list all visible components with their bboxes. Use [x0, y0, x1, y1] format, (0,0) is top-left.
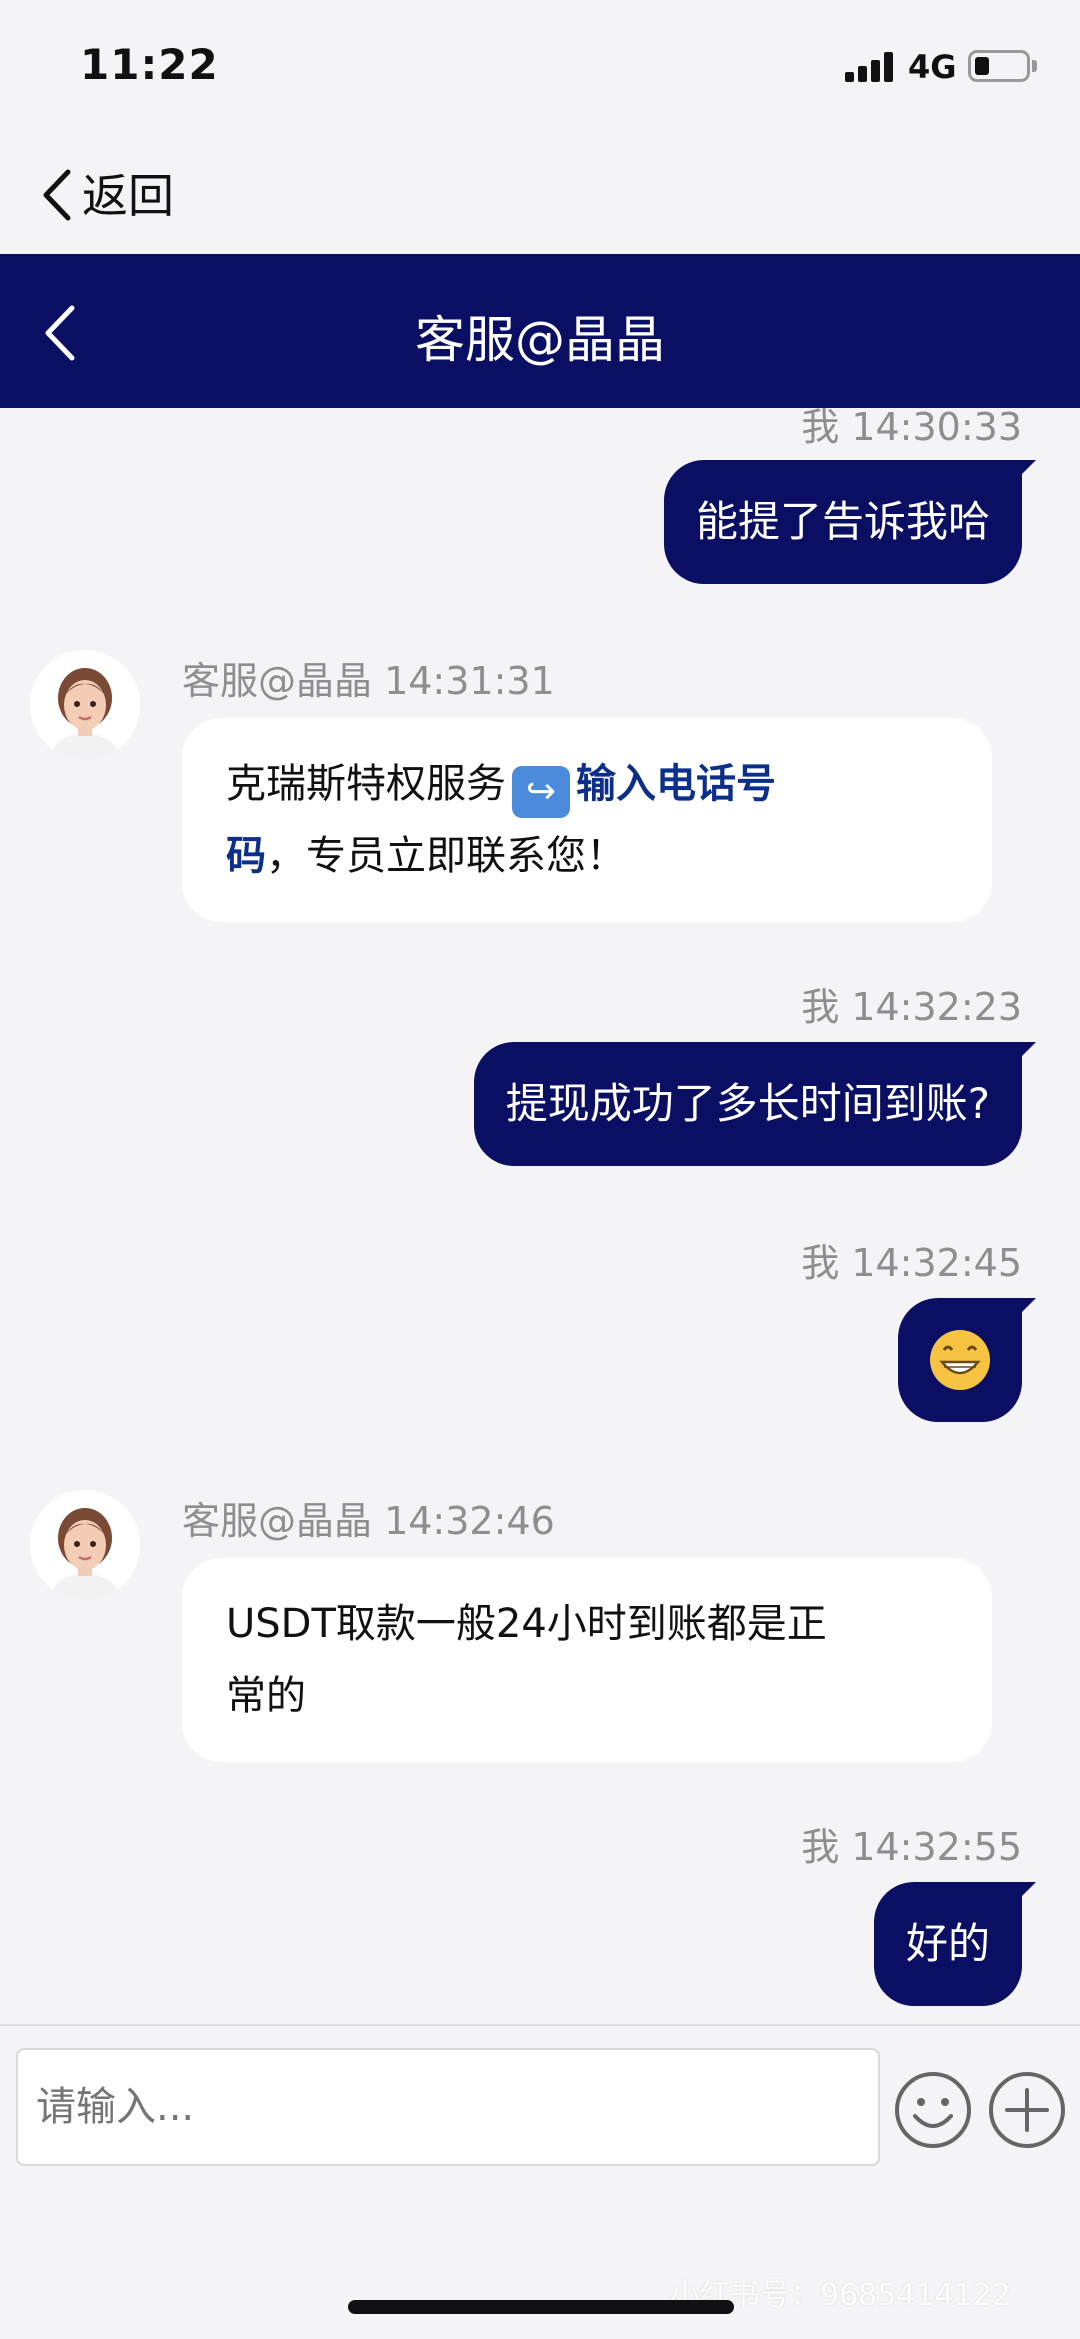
battery-tip: [1032, 60, 1037, 72]
chevron-left-icon[interactable]: [38, 168, 82, 222]
avatar-portrait-icon: [30, 650, 140, 760]
agent-avatar[interactable]: [30, 650, 140, 760]
outgoing-message[interactable]: 能提了告诉我哈: [663, 460, 1036, 584]
incoming-message[interactable]: 克瑞斯特权服务 ↪ 输入电话号 码，专员立即联系您！: [182, 718, 992, 922]
message-input[interactable]: [16, 2048, 880, 2166]
network-type: 4G: [908, 48, 957, 86]
message-meta: 我 14:30:33: [801, 408, 1022, 449]
message-text: 提现成功了多长时间到账?: [505, 1079, 990, 1128]
message-text: 克瑞斯特权服务: [226, 761, 506, 807]
signal-strength-icon: [845, 52, 897, 82]
outgoing-message[interactable]: 提现成功了多长时间到账?: [473, 1042, 1036, 1166]
agent-avatar[interactable]: [30, 1490, 140, 1600]
message-text: 常的: [226, 1673, 306, 1719]
phone-input-link-continued[interactable]: 码: [226, 833, 266, 879]
page-title: 客服@晶晶: [415, 311, 665, 369]
avatar-portrait-icon: [30, 1490, 140, 1600]
battery-icon: [968, 50, 1030, 82]
grinning-face-icon: [930, 1330, 990, 1390]
bubble-tail: [1006, 1042, 1036, 1072]
outgoing-emoji-message[interactable]: [898, 1298, 1036, 1422]
message-meta: 客服@晶晶 14:31:31: [182, 659, 555, 703]
home-indicator[interactable]: [348, 2300, 734, 2314]
message-text: USDT取款一般24小时到账都是正: [226, 1601, 827, 1647]
chat-header: 客服@晶晶: [0, 254, 1080, 408]
message-meta: 我 14:32:45: [801, 1241, 1022, 1285]
message-text: 好的: [905, 1919, 990, 1968]
plus-icon[interactable]: [987, 2070, 1067, 2150]
status-time: 11:22: [80, 40, 219, 89]
back-button[interactable]: 返回: [82, 160, 174, 226]
return-arrow-icon: ↪: [512, 766, 570, 818]
message-text: 能提了告诉我哈: [695, 497, 990, 546]
emoji-icon[interactable]: [893, 2070, 973, 2150]
outgoing-message[interactable]: 好的: [873, 1882, 1036, 2006]
back-bar[interactable]: 返回: [0, 130, 1080, 254]
message-text: ，专员立即联系您！: [266, 833, 626, 879]
chat-list[interactable]: 我 14:30:33 能提了告诉我哈 客服@晶晶 14:31:31 克瑞斯特权服…: [0, 408, 1080, 2024]
message-meta: 我 14:32:23: [801, 985, 1022, 1029]
message-meta: 客服@晶晶 14:32:46: [182, 1499, 555, 1543]
phone-input-link[interactable]: 输入电话号: [576, 761, 776, 807]
incoming-message[interactable]: USDT取款一般24小时到账都是正 常的: [182, 1558, 992, 1762]
message-meta: 我 14:32:55: [801, 1825, 1022, 1869]
bubble-tail: [1006, 460, 1036, 490]
status-bar: 11:22 4G: [0, 0, 1080, 130]
bubble-tail: [1006, 1882, 1036, 1912]
composer-bar: [0, 2024, 1080, 2234]
